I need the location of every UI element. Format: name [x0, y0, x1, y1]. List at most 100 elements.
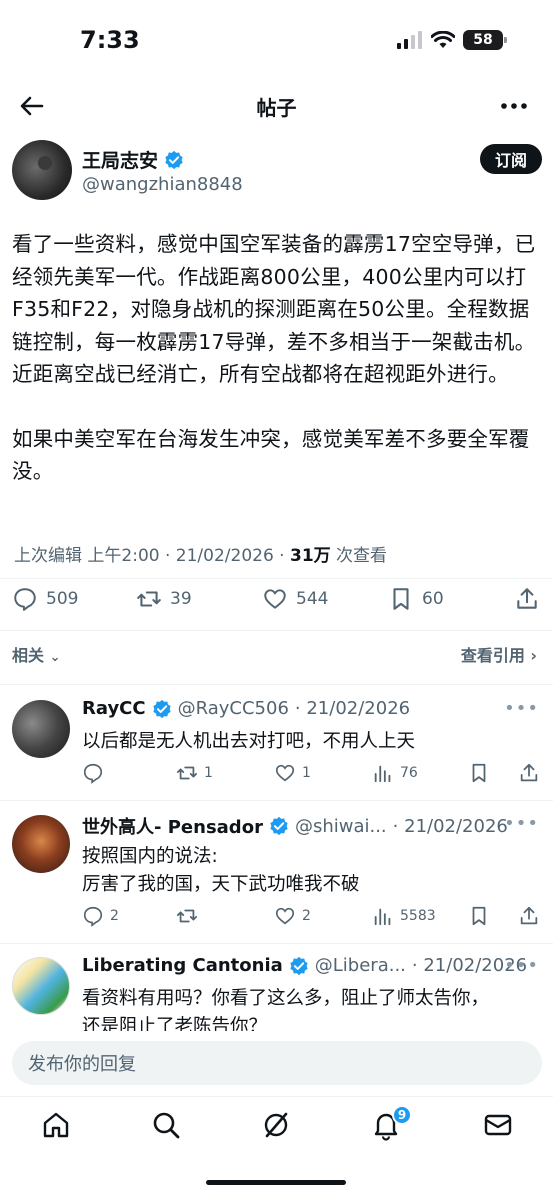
related-dropdown[interactable]: 相关 ⌄	[12, 642, 61, 666]
reply-author-name[interactable]: RayCC	[82, 698, 146, 719]
like-action[interactable]: 1	[274, 762, 311, 784]
status-icons: 58	[397, 30, 507, 50]
reply-actions: 1 1 76	[82, 762, 542, 788]
reply-header: Liberating Cantonia @Libera... · 21/02/2…	[82, 955, 527, 976]
reply-count: 509	[46, 589, 79, 609]
view-quotes-link[interactable]: 查看引用 ›	[461, 642, 537, 666]
divider	[0, 684, 553, 685]
reply-date: · 21/02/2026	[294, 698, 411, 719]
repost-icon	[137, 591, 161, 607]
post-paragraph-2: 如果中美空军在台海发生冲突，感觉美军差不多要全军覆没。	[12, 426, 530, 484]
reply-icon	[14, 588, 36, 611]
reply-more-icon[interactable]: •••	[504, 698, 539, 719]
reply-count: 2	[110, 908, 119, 924]
reply-text-line: 看资料有用吗？你看了这么多，阻止了师太告你，	[82, 988, 490, 1009]
like-action[interactable]: 2	[274, 905, 311, 927]
author-avatar[interactable]	[12, 140, 72, 200]
like-count: 2	[302, 908, 311, 924]
author-name: 王局志安	[82, 150, 159, 172]
reply-icon	[83, 763, 103, 784]
bookmark-action[interactable]	[468, 762, 490, 784]
bookmark-action[interactable]: 60	[388, 586, 444, 612]
repost-action[interactable]: 39	[136, 586, 192, 612]
share-action[interactable]	[518, 762, 540, 784]
share-icon	[520, 763, 538, 782]
grok-icon[interactable]	[260, 1109, 292, 1141]
reply-avatar[interactable]	[12, 815, 70, 873]
reply-text-line: 厉害了我的国，天下武功唯我不破	[82, 874, 360, 895]
reply-avatar[interactable]	[12, 700, 70, 758]
reply-item[interactable]: RayCC @RayCC506 · 21/02/2026 ••• 以后都是无人机…	[0, 698, 553, 798]
chevron-right-icon: ›	[530, 646, 537, 665]
reply-author-name[interactable]: Liberating Cantonia	[82, 955, 283, 976]
reply-action[interactable]: 509	[12, 586, 78, 612]
heart-icon	[275, 764, 295, 782]
post-timestamp: 上次编辑 上午2:00 · 21/02/2026 ·	[14, 546, 290, 566]
like-action[interactable]: 544	[262, 586, 328, 612]
reply-text: 按照国内的说法: 厉害了我的国，天下武功唯我不破	[82, 843, 532, 899]
share-action[interactable]	[514, 586, 540, 612]
views-action[interactable]: 76	[372, 762, 418, 784]
reply-date: · 21/02/2026	[392, 815, 508, 837]
analytics-icon	[374, 765, 391, 783]
reply-action[interactable]: 2	[82, 905, 119, 927]
reply-more-icon[interactable]: •••	[504, 813, 539, 834]
divider	[0, 943, 553, 944]
signal-icon	[397, 31, 422, 49]
more-options-icon[interactable]	[499, 92, 529, 120]
repost-count: 1	[204, 765, 213, 781]
verified-badge-icon	[270, 816, 288, 836]
view-count: 76	[400, 765, 418, 781]
divider	[0, 630, 553, 631]
repost-icon	[176, 766, 198, 780]
heart-icon	[275, 907, 295, 925]
subscribe-button[interactable]: 订阅	[480, 144, 542, 174]
divider	[0, 578, 553, 579]
page-title: 帖子	[256, 96, 297, 120]
bookmark-icon	[472, 906, 486, 926]
views-action[interactable]: 5583	[372, 905, 436, 927]
related-label: 相关	[12, 646, 45, 665]
status-bar: 7:33 58	[0, 0, 553, 80]
post-actions: 509 39 544 60	[0, 586, 553, 622]
top-bar: 帖子	[0, 82, 553, 128]
related-row: 相关 ⌄ 查看引用 ›	[0, 640, 553, 670]
reply-avatar[interactable]	[12, 957, 70, 1015]
post-paragraph-1: 看了一些资料，感觉中国空军装备的霹雳17空空导弹，已经领先美军一代。作战距离80…	[12, 232, 536, 386]
reply-text: 以后都是无人机出去对打吧，不用人上天	[82, 731, 416, 752]
reply-action[interactable]	[82, 762, 110, 784]
reply-composer-input[interactable]: 发布你的回复	[12, 1041, 542, 1085]
divider	[0, 800, 553, 801]
reply-header: RayCC @RayCC506 · 21/02/2026	[82, 698, 410, 719]
author-name-row[interactable]: 王局志安	[82, 146, 184, 173]
post-text: 看了一些资料，感觉中国空军装备的霹雳17空空导弹，已经领先美军一代。作战距离80…	[12, 228, 542, 520]
reply-author-handle: @Libera...	[314, 955, 406, 976]
reply-author-name[interactable]: 世外高人- Pensador	[82, 813, 263, 839]
share-action[interactable]	[518, 905, 540, 927]
bookmark-action[interactable]	[468, 905, 490, 927]
bookmark-icon	[393, 588, 409, 610]
reply-author-handle: @RayCC506	[177, 698, 289, 719]
post-author: 王局志安 @wangzhian8848 订阅	[12, 140, 542, 206]
battery-icon: 58	[463, 30, 507, 50]
reply-item[interactable]: Liberating Cantonia @Libera... · 21/02/2…	[0, 955, 553, 1031]
home-icon[interactable]	[40, 1109, 72, 1141]
reply-text: 看资料有用吗？你看了这么多，阻止了师太告你， 还是阻止了老陈告你？	[82, 985, 532, 1031]
chevron-down-icon: ⌄	[49, 650, 61, 665]
repost-count: 39	[170, 589, 192, 609]
bookmark-count: 60	[422, 589, 444, 609]
repost-action[interactable]	[176, 905, 204, 927]
author-handle: @wangzhian8848	[82, 174, 243, 195]
view-label: 次查看	[330, 546, 388, 566]
analytics-icon	[374, 908, 391, 926]
repost-icon	[176, 909, 198, 923]
search-icon[interactable]	[150, 1109, 182, 1141]
reply-actions: 2 2 5583	[82, 905, 542, 931]
reply-item[interactable]: 世外高人- Pensador @shiwai... · 21/02/2026 •…	[0, 813, 553, 941]
heart-icon	[264, 589, 286, 609]
bottom-nav: 9	[0, 1096, 553, 1156]
repost-action[interactable]: 1	[176, 762, 213, 784]
view-count: 5583	[400, 908, 436, 924]
reply-more-icon[interactable]: •••	[504, 955, 539, 976]
mail-icon[interactable]	[482, 1109, 514, 1141]
